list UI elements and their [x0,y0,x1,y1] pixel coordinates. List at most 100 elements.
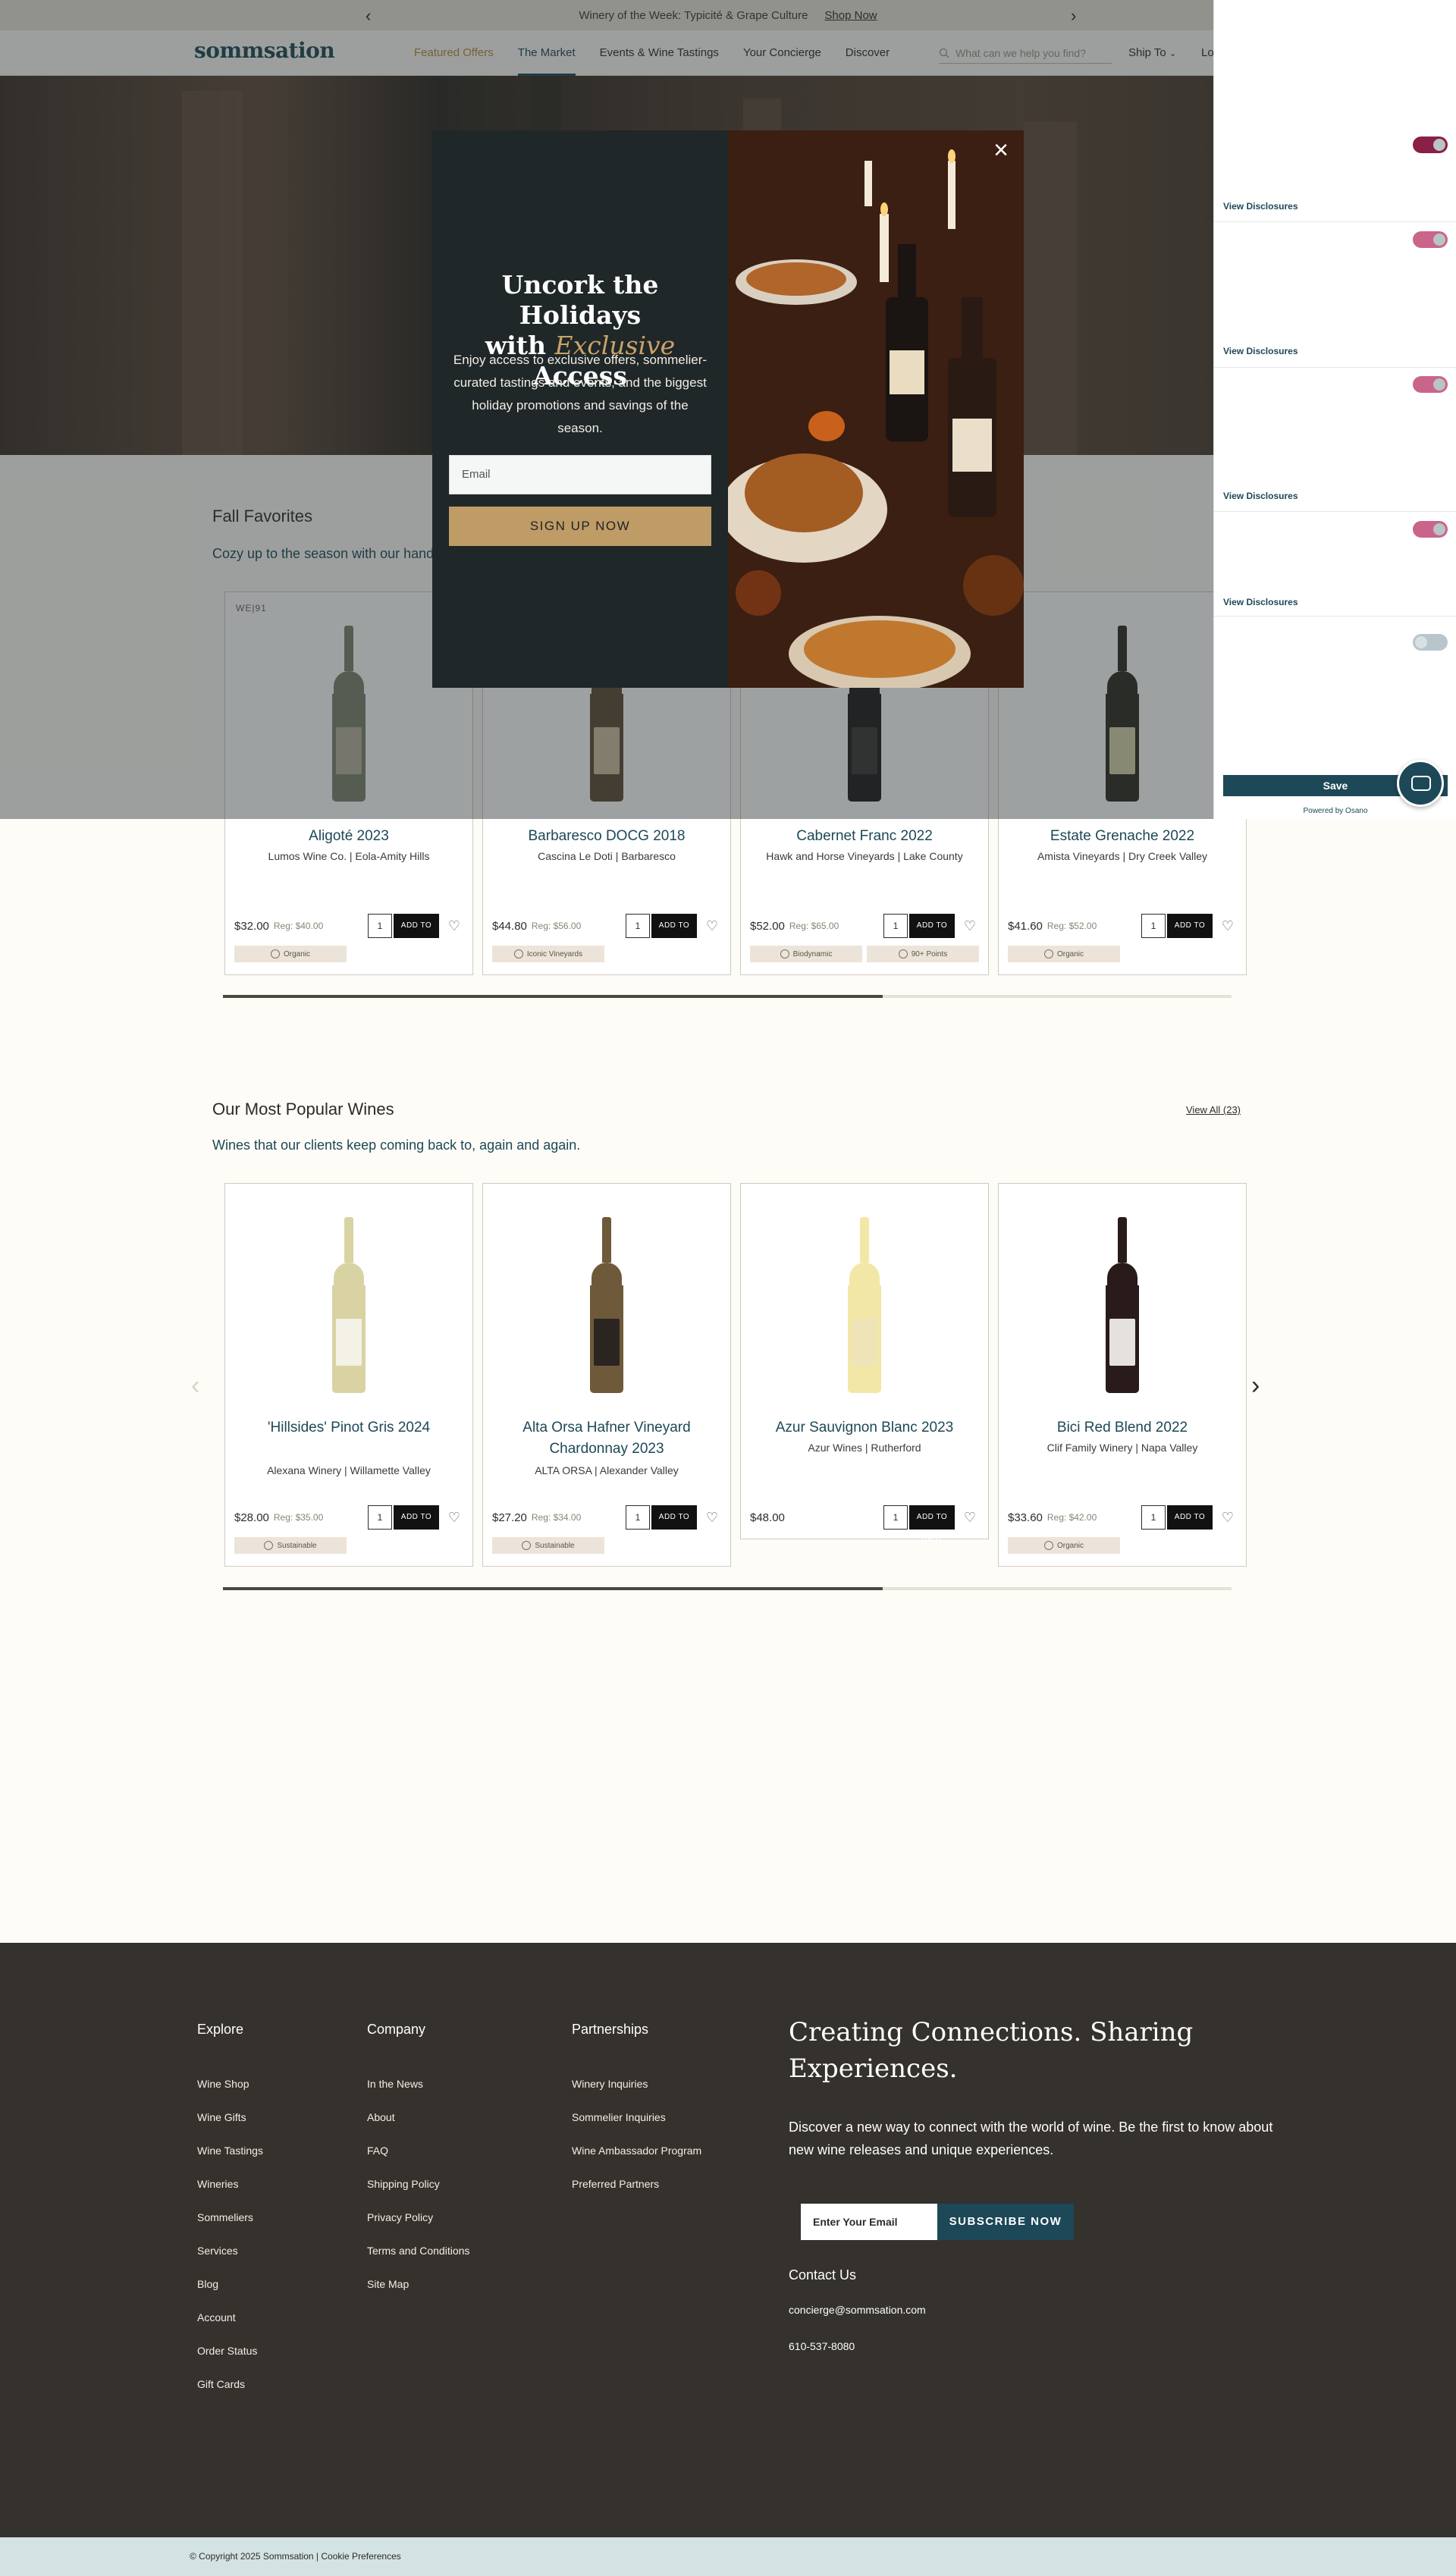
product-card[interactable]: Azur Sauvignon Blanc 2023 Azur Wines | Ru… [740,1183,989,1545]
close-icon[interactable]: × [986,136,1016,167]
footer-link-explore[interactable]: Order Status [197,2345,257,2357]
wine-bottle-image[interactable] [1106,1217,1139,1393]
product-tags: Organic [234,946,347,962]
cookie-toggle-storage[interactable] [1413,231,1448,248]
footer-link-explore[interactable]: Wine Gifts [197,2111,246,2123]
footer-link-company[interactable]: Site Map [367,2278,409,2290]
product-name[interactable]: Aligoté 2023 [236,826,462,847]
quantity-input[interactable]: 1 [1141,914,1166,938]
footer-link-explore[interactable]: Blog [197,2278,218,2290]
product-tag: Biodynamic [750,946,862,962]
heart-icon[interactable]: ♡ [1222,1510,1234,1526]
footer-link-partnerships[interactable]: Wine Ambassador Program [572,2145,701,2157]
price-row: $44.80 Reg: $56.00 1 ADD TO CART ♡ [492,914,721,954]
price-row: $41.60 Reg: $52.00 1 ADD TO CART ♡ [1008,914,1237,954]
footer-link-company[interactable]: Shipping Policy [367,2178,440,2190]
quantity-input[interactable]: 1 [368,914,392,938]
heart-icon[interactable]: ♡ [964,1510,976,1526]
cookie-toggle-essential[interactable] [1413,136,1448,153]
view-all-link[interactable]: View All (23) [1186,1104,1241,1115]
product-tags: Sustainable [234,1537,347,1554]
product-name[interactable]: 'Hillsides' Pinot Gris 2024 [236,1417,462,1439]
regular-price: Reg: $52.00 [1046,921,1097,931]
wine-bottle-image[interactable] [590,1217,623,1393]
footer-link-explore[interactable]: Wine Tastings [197,2145,263,2157]
product-tags: Biodynamic 90+ Points [750,946,979,962]
contact-phone[interactable]: 610-537-8080 [789,2340,855,2352]
product-name[interactable]: Azur Sauvignon Blanc 2023 [752,1417,977,1439]
add-to-cart-button[interactable]: ADD TO CART [394,914,439,954]
footer-link-company[interactable]: FAQ [367,2145,388,2157]
add-to-cart-button[interactable]: ADD TO CART [1167,914,1213,954]
view-disclosures-link[interactable]: View Disclosures [1223,491,1298,501]
add-to-cart-button[interactable]: ADD TO CART [909,1505,955,1545]
product-name[interactable]: Estate Grenache 2022 [1009,826,1235,847]
add-to-cart-button[interactable]: ADD TO CART [1167,1505,1213,1545]
footer-link-partnerships[interactable]: Preferred Partners [572,2178,659,2190]
cookie-toggle-personalization[interactable] [1413,521,1448,538]
add-to-cart-button[interactable]: ADD TO CART [394,1505,439,1545]
footer-email-input[interactable]: Enter Your Email [801,2204,937,2240]
heart-icon[interactable]: ♡ [964,918,976,934]
regular-price: Reg: $34.00 [531,1512,582,1523]
add-to-cart-button[interactable]: ADD TO CART [651,914,697,954]
heart-icon[interactable]: ♡ [706,918,718,934]
view-disclosures-link[interactable]: View Disclosures [1223,201,1298,212]
product-card[interactable]: Alta Orsa Hafner Vineyard Chardonnay 202… [482,1183,731,1567]
heart-icon[interactable]: ♡ [448,918,460,934]
cookie-toggle-analytics[interactable] [1413,634,1448,651]
product-card[interactable]: 'Hillsides' Pinot Gris 2024 Alexana Winer… [224,1183,473,1567]
contact-email-link[interactable]: concierge@sommsation.com [789,2304,926,2316]
footer-link-explore[interactable]: Gift Cards [197,2378,245,2390]
sale-price: $32.00 [234,919,269,933]
carousel-prev-icon[interactable]: ‹ [191,1371,199,1401]
footer-link-company[interactable]: About [367,2111,395,2123]
wine-bottle-image[interactable] [332,1217,366,1393]
footer-link-partnerships[interactable]: Sommelier Inquiries [572,2111,666,2123]
quantity-input[interactable]: 1 [626,1505,650,1530]
footer-link-explore[interactable]: Wine Shop [197,2078,249,2090]
quantity-input[interactable]: 1 [368,1505,392,1530]
regular-price: Reg: $56.00 [531,921,582,931]
heart-icon[interactable]: ♡ [706,1510,718,1526]
footer-link-explore[interactable]: Services [197,2245,238,2257]
footer-link-partnerships[interactable]: Winery Inquiries [572,2078,648,2090]
product-tags: Organic [1008,1537,1120,1554]
product-name[interactable]: Alta Orsa Hafner Vineyard Chardonnay 202… [494,1417,720,1460]
footer-link-explore[interactable]: Account [197,2311,236,2323]
product-name[interactable]: Bici Red Blend 2022 [1009,1417,1235,1439]
modal-holiday-image: × [728,130,1024,688]
bottle-neck [344,1217,353,1263]
add-to-cart-button[interactable]: ADD TO CART [651,1505,697,1545]
view-disclosures-link[interactable]: View Disclosures [1223,597,1298,607]
footer-link-explore[interactable]: Sommeliers [197,2211,253,2223]
sale-price: $41.60 [1008,919,1043,933]
product-card[interactable]: Bici Red Blend 2022 Clif Family Winery | … [998,1183,1247,1567]
add-to-cart-button[interactable]: ADD TO CART [909,914,955,954]
heart-icon[interactable]: ♡ [448,1510,460,1526]
footer-link-company[interactable]: Terms and Conditions [367,2245,469,2257]
bottle-label [1109,1319,1135,1366]
quantity-input[interactable]: 1 [626,914,650,938]
contact-title: Contact Us [789,2267,857,2283]
carousel-next-icon[interactable]: › [1251,1371,1260,1401]
product-name[interactable]: Cabernet Franc 2022 [752,826,977,847]
footer-link-explore[interactable]: Wineries [197,2178,238,2190]
signup-button[interactable]: SIGN UP NOW [449,507,711,546]
footer-link-company[interactable]: Privacy Policy [367,2211,433,2223]
quantity-input[interactable]: 1 [883,1505,908,1530]
product-name[interactable]: Barbaresco DOCG 2018 [494,826,720,847]
subscribe-button[interactable]: SUBSCRIBE NOW [937,2204,1074,2240]
price-row: $32.00 Reg: $40.00 1 ADD TO CART ♡ [234,914,463,954]
cookie-toggle-marketing[interactable] [1413,376,1448,393]
chat-button[interactable] [1397,760,1444,807]
bottle-shoulder [592,1263,622,1285]
quantity-input[interactable]: 1 [883,914,908,938]
footer-link-company[interactable]: In the News [367,2078,423,2090]
heart-icon[interactable]: ♡ [1222,918,1234,934]
modal-email-input[interactable]: Email [449,455,711,494]
wine-bottle-image[interactable] [848,1217,881,1393]
quantity-input[interactable]: 1 [1141,1505,1166,1530]
modal-title-line1: Uncork the Holidays [501,270,659,330]
view-disclosures-link[interactable]: View Disclosures [1223,346,1298,356]
